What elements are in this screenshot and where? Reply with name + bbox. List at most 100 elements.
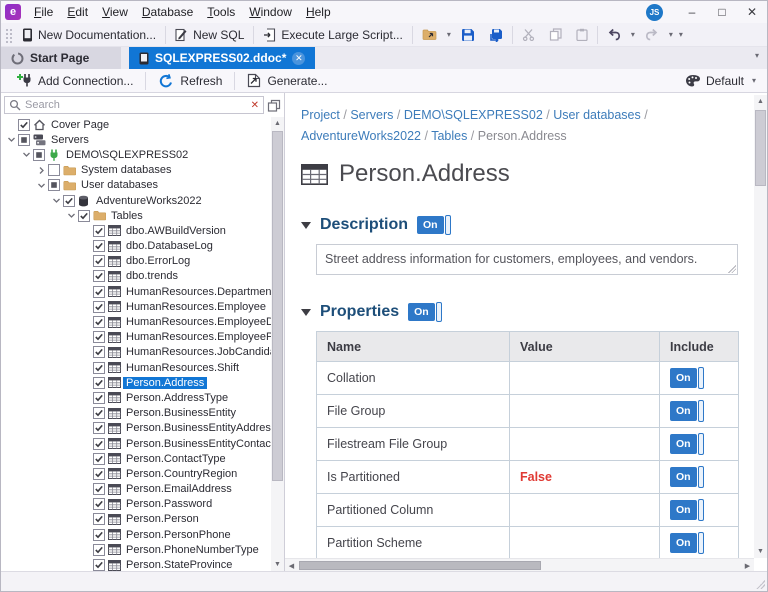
include-toggle[interactable]: On [670,367,704,389]
tree-item[interactable]: Person.EmailAddress [1,482,271,497]
window-resize-grip[interactable] [755,579,765,589]
tree-checkbox[interactable] [93,483,105,496]
tree-checkbox[interactable] [93,528,105,541]
breadcrumb-link[interactable]: DEMO\SQLEXPRESS02 [404,108,543,122]
include-toggle[interactable]: On [670,433,704,455]
tree-item[interactable]: Cover Page [1,117,271,132]
open-button[interactable] [415,24,444,46]
tree-item[interactable]: dbo.AWBuildVersion [1,223,271,238]
properties-section-header[interactable]: Properties On [301,302,737,322]
include-toggle[interactable]: On [670,466,704,488]
undo-dropdown-caret[interactable]: ▾ [628,30,638,39]
menu-database[interactable]: Database [135,3,200,21]
include-toggle[interactable]: On [670,499,704,521]
open-dropdown-caret[interactable]: ▾ [444,30,454,39]
breadcrumb-link[interactable]: User databases [553,108,641,122]
tree-item[interactable]: Person.StateProvince [1,557,271,571]
tree-checkbox[interactable] [93,422,105,435]
tree-checkbox[interactable] [93,407,105,420]
tree-expander-icon[interactable] [5,135,18,144]
clear-search-icon[interactable]: ✕ [251,100,259,111]
tree-checkbox[interactable] [93,513,105,526]
breadcrumb-link[interactable]: Servers [350,108,393,122]
description-section-header[interactable]: Description On [301,215,737,235]
tree-checkbox[interactable] [93,452,105,465]
tree-item[interactable]: User databases [1,178,271,193]
close-button[interactable]: ✕ [737,2,767,22]
tree-checkbox[interactable] [93,391,105,404]
tree-checkbox[interactable] [93,285,105,298]
tree-expander-icon[interactable] [35,181,48,190]
tree-item[interactable]: Person.BusinessEntityAddress [1,421,271,436]
tree-checkbox[interactable] [48,164,60,177]
tree-checkbox[interactable] [93,316,105,329]
tree-item[interactable]: Person.Password [1,497,271,512]
tree-checkbox[interactable] [93,224,105,237]
tree-checkbox[interactable] [93,498,105,511]
tree-item[interactable]: dbo.ErrorLog [1,254,271,269]
tree-checkbox[interactable] [33,148,45,161]
save-button[interactable] [454,24,482,46]
tree-checkbox[interactable] [18,133,30,146]
toolbar-overflow-caret[interactable]: ▾ [676,30,686,39]
tree-checkbox[interactable] [93,270,105,283]
tree-item[interactable]: DEMO\SQLEXPRESS02 [1,147,271,162]
undo-button[interactable] [600,24,628,46]
collapse-triangle-icon[interactable] [301,221,311,229]
tree-expander-icon[interactable] [20,150,33,159]
tree-item[interactable]: dbo.DatabaseLog [1,239,271,254]
copy-button[interactable] [542,24,569,46]
tree-expander-icon[interactable] [50,196,63,205]
collapse-all-icon[interactable] [267,99,281,112]
scroll-down-icon[interactable]: ▼ [754,545,767,558]
scroll-down-icon[interactable]: ▼ [271,558,284,571]
paste-button[interactable] [569,24,595,46]
minimize-button[interactable]: – [677,2,707,22]
menu-edit[interactable]: Edit [60,3,95,21]
tree-item[interactable]: HumanResources.Shift [1,360,271,375]
tree-scrollbar-thumb[interactable] [272,131,283,481]
main-scrollbar-vertical[interactable]: ▲ ▼ [754,95,767,558]
menu-view[interactable]: View [95,3,135,21]
breadcrumb-link[interactable]: Project [301,108,340,122]
tree-checkbox[interactable] [93,255,105,268]
breadcrumb-link[interactable]: Tables [431,129,467,143]
resize-grip-icon[interactable] [728,265,736,273]
tree-item[interactable]: HumanResources.EmployeeDepartm... [1,314,271,329]
refresh-button[interactable]: Refresh [148,70,232,92]
collapse-triangle-icon[interactable] [301,308,311,316]
toolbar-grip[interactable] [4,26,12,43]
tree-item[interactable]: Person.AddressType [1,390,271,405]
tree-checkbox[interactable] [93,467,105,480]
tree-checkbox[interactable] [93,346,105,359]
tree-checkbox[interactable] [93,376,105,389]
tree-expander-icon[interactable] [65,211,78,220]
redo-button[interactable] [638,24,666,46]
tree-checkbox[interactable] [18,118,30,131]
new-sql-button[interactable]: New SQL [168,24,251,46]
tree-checkbox[interactable] [93,300,105,313]
tree-item[interactable]: Servers [1,132,271,147]
tree-checkbox[interactable] [93,543,105,556]
tree-item[interactable]: Tables [1,208,271,223]
tab-start-page[interactable]: Start Page [1,47,121,69]
save-all-button[interactable] [482,24,510,46]
menu-file[interactable]: File [27,3,60,21]
tab-close-icon[interactable]: ✕ [292,51,306,65]
new-documentation-button[interactable]: New Documentation... [15,24,163,46]
description-toggle[interactable]: On [417,215,451,235]
execute-large-script-button[interactable]: Execute Large Script... [256,24,409,46]
description-textarea[interactable]: Street address information for customers… [316,244,738,275]
tree-item[interactable]: dbo.trends [1,269,271,284]
tree-item[interactable]: HumanResources.Department [1,284,271,299]
user-badge[interactable]: JS [646,3,663,21]
tree-expander-icon[interactable] [35,166,48,175]
redo-dropdown-caret[interactable]: ▾ [666,30,676,39]
tree-item[interactable]: HumanResources.JobCandidate [1,345,271,360]
tree-item[interactable]: HumanResources.EmployeePayHistory [1,330,271,345]
scroll-left-icon[interactable]: ◀ [285,559,298,571]
tree-item[interactable]: Person.BusinessEntityContact [1,436,271,451]
properties-toggle[interactable]: On [408,302,442,322]
scroll-up-icon[interactable]: ▲ [271,117,284,130]
tree-item[interactable]: Person.Address [1,375,271,390]
